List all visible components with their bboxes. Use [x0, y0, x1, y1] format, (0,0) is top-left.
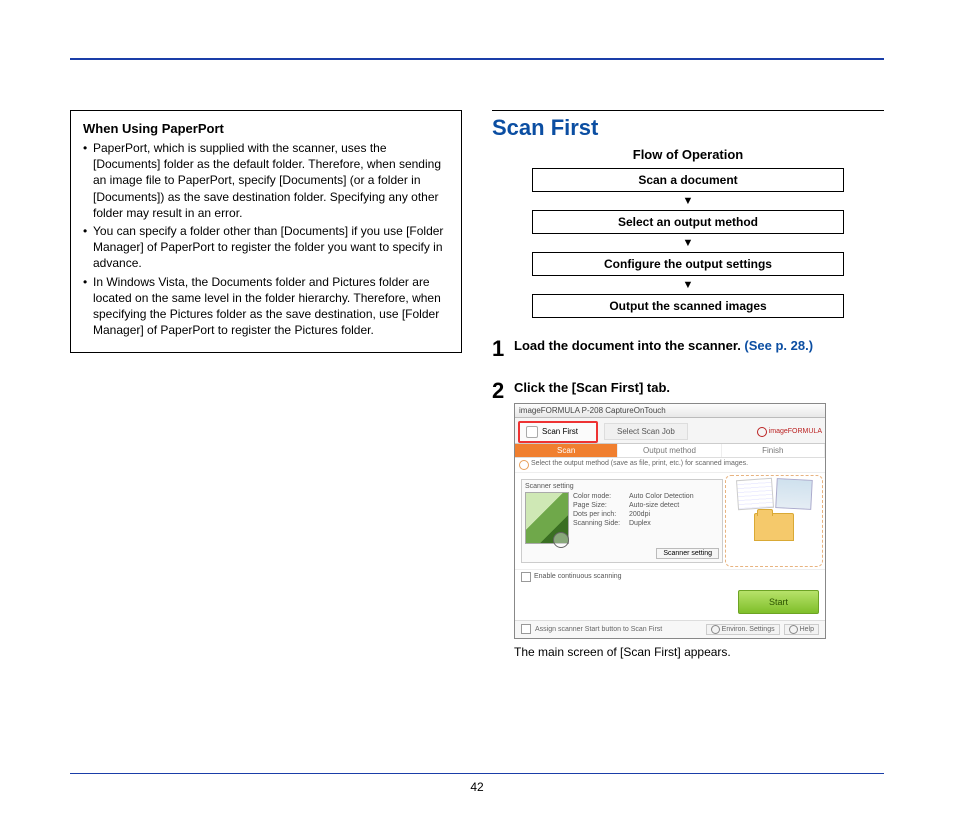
scanner-setting-title: Scanner setting: [525, 483, 719, 490]
tab-scan-first-label: Scan First: [542, 427, 578, 436]
checkbox-icon[interactable]: [521, 624, 531, 634]
environ-settings-label: Environ. Settings: [722, 626, 775, 633]
step-1-text: Load the document into the scanner.: [514, 338, 744, 353]
hint-text: Select the output method (save as file, …: [531, 460, 748, 470]
chevron-down-icon: ▼: [683, 195, 694, 207]
start-button[interactable]: Start: [738, 590, 819, 614]
output-preview: [729, 479, 819, 563]
document-stack-icon: [735, 478, 773, 510]
brand-label: imageFORMULA: [769, 428, 822, 435]
help-label: Help: [800, 626, 814, 633]
setting-label: Dots per inch:: [573, 510, 623, 519]
checkbox-icon[interactable]: [521, 572, 531, 582]
scanner-setting-panel: Scanner setting Color mode: Auto Color De…: [521, 479, 723, 563]
section-title: Scan First: [492, 110, 884, 141]
footer-assign-label: Assign scanner Start button to Scan Firs…: [535, 626, 662, 633]
toolbar-finish[interactable]: Finish: [722, 444, 825, 457]
paperport-bullets: PaperPort, which is supplied with the sc…: [83, 140, 449, 338]
step-toolbar: Scan Output method Finish: [515, 444, 825, 458]
step-2: 2 Click the [Scan First] tab. imageFORMU…: [492, 380, 884, 659]
flow-diagram: Scan a document ▼ Select an output metho…: [492, 168, 884, 318]
help-button[interactable]: Help: [784, 624, 819, 635]
info-icon: [519, 460, 529, 470]
setting-value: Duplex: [629, 519, 651, 528]
magnifier-icon[interactable]: [553, 532, 569, 548]
tab-select-scan-job[interactable]: Select Scan Job: [604, 423, 688, 440]
page-number: 42: [0, 780, 954, 794]
setting-label: Color mode:: [573, 492, 623, 501]
step-1-link[interactable]: (See p. 28.): [744, 338, 813, 353]
tab-bar: Scan First Select Scan Job imageFORMULA: [515, 418, 825, 444]
right-column: Scan First Flow of Operation Scan a docu…: [492, 110, 884, 659]
toolbar-output-method[interactable]: Output method: [618, 444, 721, 457]
screenshot-caption: The main screen of [Scan First] appears.: [514, 645, 884, 659]
settings-list: Color mode: Auto Color Detection Page Siz…: [573, 492, 694, 544]
footer-bar: Assign scanner Start button to Scan Firs…: [515, 620, 825, 638]
step-2-text: Click the [Scan First] tab.: [514, 380, 884, 397]
image-stack-icon: [775, 478, 813, 510]
window-title: imageFORMULA P-208 CaptureOnTouch: [515, 404, 825, 418]
scan-first-screenshot: imageFORMULA P-208 CaptureOnTouch Scan F…: [514, 403, 826, 639]
list-item: In Windows Vista, the Documents folder a…: [83, 274, 449, 339]
flow-step-4: Output the scanned images: [532, 294, 844, 318]
hint-bar: Select the output method (save as file, …: [515, 458, 825, 473]
chevron-down-icon: ▼: [683, 237, 694, 249]
setting-label: Page Size:: [573, 501, 623, 510]
help-icon: [789, 625, 798, 634]
logo-swirl-icon: [757, 427, 767, 437]
chevron-down-icon: ▼: [683, 279, 694, 291]
scanner-setting-button[interactable]: Scanner setting: [656, 548, 719, 559]
paperport-note-box: When Using PaperPort PaperPort, which is…: [70, 110, 462, 353]
paperport-note-title: When Using PaperPort: [83, 121, 449, 136]
gear-icon: [711, 625, 720, 634]
continuous-scan-row[interactable]: Enable continuous scanning: [515, 569, 825, 584]
folder-icon: [754, 513, 794, 541]
setting-label: Scanning Side:: [573, 519, 623, 528]
brand-logo: imageFORMULA: [757, 427, 822, 437]
flow-step-3: Configure the output settings: [532, 252, 844, 276]
list-item: PaperPort, which is supplied with the sc…: [83, 140, 449, 221]
step-number: 2: [492, 380, 506, 402]
hand-icon: [526, 426, 538, 438]
top-rule: [70, 58, 884, 60]
tab-select-scan-job-label: Select Scan Job: [617, 427, 675, 436]
flow-step-1: Scan a document: [532, 168, 844, 192]
tab-scan-first[interactable]: Scan First: [518, 421, 598, 443]
toolbar-scan[interactable]: Scan: [515, 444, 618, 457]
step-number: 1: [492, 338, 506, 360]
setting-value: Auto Color Detection: [629, 492, 694, 501]
step-1: 1 Load the document into the scanner. (S…: [492, 338, 884, 360]
bottom-rule: [70, 773, 884, 774]
left-column: When Using PaperPort PaperPort, which is…: [70, 110, 462, 659]
setting-value: Auto-size detect: [629, 501, 679, 510]
continuous-scan-label: Enable continuous scanning: [534, 573, 622, 580]
flow-title: Flow of Operation: [492, 147, 884, 162]
flow-step-2: Select an output method: [532, 210, 844, 234]
setting-value: 200dpi: [629, 510, 650, 519]
list-item: You can specify a folder other than [Doc…: [83, 223, 449, 272]
environ-settings-button[interactable]: Environ. Settings: [706, 624, 780, 635]
